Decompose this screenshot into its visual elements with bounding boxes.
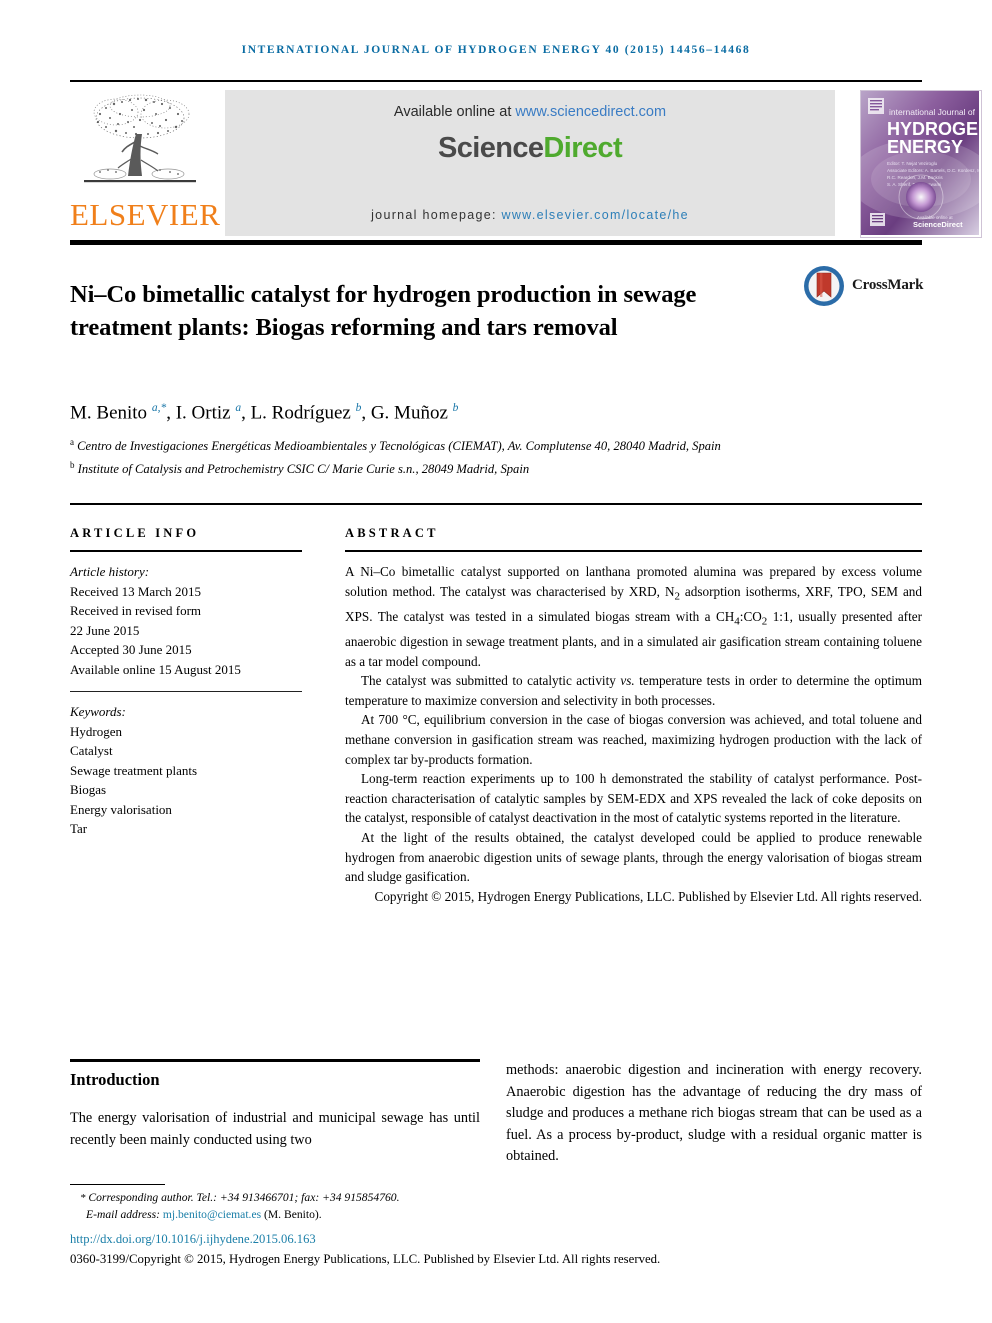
masthead-bottom-rule: [70, 240, 922, 245]
abstract-paragraph: At the light of the results obtained, th…: [345, 830, 922, 885]
article-history-item: Received in revised form: [70, 603, 202, 618]
crossmark-icon: [804, 266, 844, 306]
sciencedirect-logo[interactable]: ScienceDirect: [225, 132, 835, 165]
keyword-item: Hydrogen: [70, 723, 122, 739]
article-info-heading: Article info: [70, 526, 200, 540]
article-history-block: Article history: Received 13 March 2015 …: [70, 562, 302, 679]
abstract-paragraph: At 700 °C, equilibrium conversion in the…: [345, 712, 922, 767]
article-history-item: Available online 15 August 2015: [70, 661, 241, 677]
article-history-item: Received 13 March 2015: [70, 583, 202, 599]
affiliation-item: a Centro de Investigaciones Energéticas …: [70, 433, 870, 456]
svg-text:international Journal of: international Journal of: [889, 107, 976, 117]
author-mark: a,*: [151, 402, 167, 414]
abstract-section: Abstract A Ni–Co bimetallic catalyst sup…: [345, 526, 922, 906]
journal-article-page: International Journal of Hydrogen Energy…: [0, 0, 992, 1323]
svg-text:Associate Editors: A. Bartels,: Associate Editors: A. Bartels, D.C. Kord…: [887, 168, 979, 173]
svg-text:Editor: T. Nejat Veziroglu: Editor: T. Nejat Veziroglu: [887, 161, 938, 166]
author-mark: b: [452, 402, 459, 414]
abstract-paragraph: Long-term reaction experiments up to 100…: [345, 771, 922, 826]
keyword-item: Sewage treatment plants: [70, 762, 198, 778]
keywords-rule: [70, 691, 302, 692]
article-history-item: Accepted 30 June 2015: [70, 642, 192, 657]
article-info-section: Article info Article history: Received 1…: [70, 526, 302, 839]
corresponding-author-text: Corresponding author. Tel.: +34 91346670…: [88, 1191, 400, 1204]
corresponding-author-note: * Corresponding author. Tel.: +34 913466…: [70, 1190, 870, 1207]
author-mark: b: [355, 402, 362, 414]
affiliation-item: b Institute of Catalysis and Petrochemis…: [70, 456, 870, 479]
journal-homepage-line: journal homepage: www.elsevier.com/locat…: [225, 208, 835, 222]
svg-text:ENERGY: ENERGY: [887, 137, 963, 157]
running-head: International Journal of Hydrogen Energy…: [241, 44, 751, 56]
authors-bottom-rule: [70, 503, 922, 505]
abstract-copyright: Copyright © 2015, Hydrogen Energy Public…: [374, 888, 922, 904]
elsevier-logo: ELSEVIER: [70, 90, 221, 236]
keyword-item: Tar: [70, 821, 88, 836]
introduction-column-right: methods: anaerobic digestion and inciner…: [506, 1060, 922, 1168]
corresponding-author-marker: *: [80, 1192, 86, 1204]
keywords-block: Keywords: Hydrogen Catalyst Sewage treat…: [70, 702, 302, 839]
abstract-paragraph: The catalyst was submitted to catalytic …: [345, 673, 922, 708]
sciencedirect-logo-part2: Direct: [543, 132, 623, 164]
author-list: M. Benito a,*, I. Ortiz a, L. Rodríguez …: [70, 402, 459, 424]
article-history-label: Article history:: [70, 564, 150, 579]
abstract-rule: [345, 550, 922, 552]
sciencedirect-logo-part1: Science: [437, 132, 544, 164]
keyword-item: Energy valorisation: [70, 801, 172, 817]
introduction-paragraph: The energy valorisation of industrial an…: [70, 1110, 480, 1148]
abstract-body: A Ni–Co bimetallic catalyst supported on…: [345, 562, 922, 906]
page-title: Ni–Co bimetallic catalyst for hydrogen p…: [70, 281, 697, 342]
author-mark: a: [235, 402, 242, 414]
introduction-rule: [70, 1059, 480, 1062]
introduction-paragraph: methods: anaerobic digestion and inciner…: [506, 1062, 922, 1164]
sciencedirect-banner: Available online at www.sciencedirect.co…: [225, 90, 835, 236]
keyword-item: Catalyst: [70, 743, 113, 758]
affiliation-text: Centro de Investigaciones Energéticas Me…: [77, 439, 721, 454]
issn-copyright-line: 0360-3199/Copyright © 2015, Hydrogen Ene…: [70, 1252, 661, 1266]
email-note: E-mail address: mj.benito@ciemat.es (M. …: [70, 1207, 870, 1224]
article-info-rule: [70, 550, 302, 552]
affiliation-list: a Centro de Investigaciones Energéticas …: [70, 433, 870, 478]
article-history-item: 22 June 2015: [70, 622, 140, 638]
available-online-label: Available online at: [393, 104, 516, 120]
journal-cover-image: international Journal of HYDROGEN ENERGY…: [861, 91, 981, 235]
abstract-paragraph: A Ni–Co bimetallic catalyst supported on…: [345, 564, 922, 669]
abstract-heading: Abstract: [345, 526, 439, 540]
keywords-label: Keywords:: [70, 704, 126, 719]
affiliation-mark: a: [70, 437, 74, 447]
elsevier-wordmark: ELSEVIER: [70, 197, 221, 232]
affiliation-mark: b: [70, 459, 75, 470]
email-suffix: (M. Benito).: [261, 1207, 322, 1221]
footnote-block: * Corresponding author. Tel.: +34 913466…: [70, 1190, 870, 1223]
available-online-line: Available online at www.sciencedirect.co…: [225, 104, 835, 120]
sciencedirect-url-link[interactable]: www.sciencedirect.com: [515, 104, 666, 120]
journal-cover-thumbnail[interactable]: international Journal of HYDROGEN ENERGY…: [860, 90, 982, 238]
keyword-item: Biogas: [70, 782, 107, 797]
footnote-rule: [70, 1184, 165, 1185]
masthead: ELSEVIER Available online at www.science…: [70, 86, 982, 238]
introduction-heading: Introduction: [70, 1070, 160, 1089]
svg-text:HYDROGEN: HYDROGEN: [887, 119, 979, 139]
journal-homepage-label: journal homepage:: [371, 208, 502, 222]
crossmark-badge[interactable]: CrossMark: [802, 264, 924, 310]
introduction-column-left: The energy valorisation of industrial an…: [70, 1108, 480, 1151]
crossmark-label: CrossMark: [852, 277, 924, 293]
email-label: E-mail address:: [86, 1207, 163, 1221]
header-rule: [70, 80, 922, 82]
email-link[interactable]: mj.benito@ciemat.es: [163, 1208, 261, 1221]
affiliation-text: Institute of Catalysis and Petrochemistr…: [77, 461, 530, 476]
svg-text:ScienceDirect: ScienceDirect: [913, 220, 963, 229]
journal-homepage-link[interactable]: www.elsevier.com/locate/he: [502, 208, 689, 222]
elsevier-tree-icon: [84, 94, 196, 183]
doi-link[interactable]: http://dx.doi.org/10.1016/j.ijhydene.201…: [70, 1232, 316, 1247]
